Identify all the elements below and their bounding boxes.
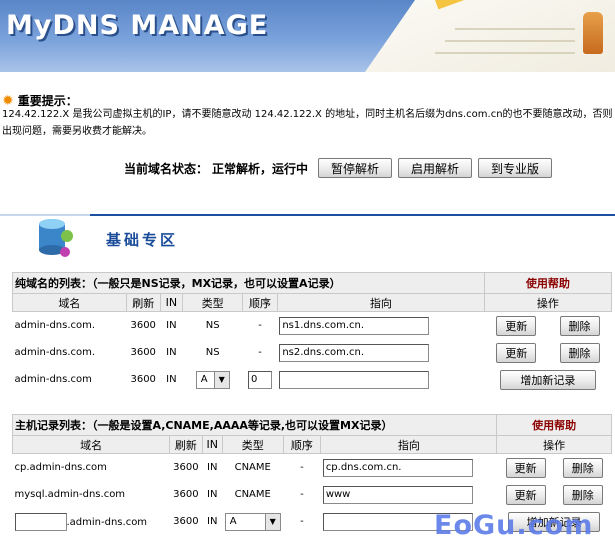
record-in: IN (207, 462, 218, 473)
record-type: CNAME (234, 462, 271, 473)
col-type: 类型 (221, 435, 284, 454)
type-select[interactable]: A ▼ (224, 512, 281, 531)
record-in: IN (207, 489, 218, 500)
record-order: - (258, 320, 262, 331)
col-type: 类型 (182, 293, 244, 312)
record-in: IN (166, 347, 177, 358)
update-button[interactable]: 更新 (496, 342, 537, 363)
record-in: IN (166, 320, 177, 331)
chevron-down-icon: ▼ (213, 371, 229, 388)
help-link[interactable]: 使用帮助 (483, 272, 613, 294)
pro-version-button[interactable]: 到专业版 (478, 158, 553, 178)
order-input[interactable]: 0 (248, 370, 273, 389)
record-order: - (300, 462, 304, 473)
col-target: 指向 (320, 435, 498, 454)
table-row: cp.admin-dns.com 3600 IN CNAME - cp.dns.… (13, 454, 612, 482)
record-type: CNAME (234, 489, 271, 500)
type-select-value: A (229, 516, 237, 527)
host-input[interactable] (14, 512, 67, 531)
col-actions: 操作 (483, 293, 613, 312)
stamp-icon (583, 12, 603, 54)
database-icon (39, 219, 73, 257)
delete-button[interactable]: 删除 (559, 342, 600, 363)
target-input[interactable] (279, 370, 430, 389)
pure-domain-table: 纯域名的列表：（一般只是NS记录，MX记录，也可以设置A记录） 使用帮助 域名 … (12, 272, 613, 393)
col-ttl: 刷新 (169, 435, 203, 454)
pause-resolve-button[interactable]: 暂停解析 (318, 158, 393, 178)
enable-resolve-button[interactable]: 启用解析 (398, 158, 473, 178)
table-row: mysql.admin-dns.com 3600 IN CNAME - www … (13, 481, 612, 508)
col-order: 顺序 (282, 435, 322, 454)
col-target: 指向 (276, 293, 485, 312)
record-ttl: 3600 (130, 320, 156, 331)
type-select[interactable]: A ▼ (195, 370, 230, 389)
target-input[interactable]: ns2.dns.com.cn. (279, 343, 430, 362)
table-row: admin-dns.com. 3600 IN NS - ns1.dns.com.… (13, 312, 612, 340)
host-suffix: .admin-dns.com (66, 516, 148, 528)
record-in: IN (207, 516, 218, 527)
col-actions: 操作 (496, 435, 612, 454)
record-ttl: 3600 (173, 489, 199, 500)
record-type: NS (205, 347, 220, 358)
notice-text: 124.42.122.X 是我公司虚拟主机的IP，请不要随意改动 124.42.… (2, 109, 613, 137)
col-order: 顺序 (242, 293, 278, 312)
record-domain: admin-dns.com. (14, 347, 96, 358)
record-ttl: 3600 (130, 374, 156, 385)
col-domain: 域名 (11, 435, 171, 454)
status-value: 正常解析，运行中 (212, 161, 309, 176)
target-input[interactable]: cp.dns.com.cn. (322, 458, 473, 477)
chevron-down-icon: ▼ (264, 513, 280, 530)
record-ttl: 3600 (130, 347, 156, 358)
add-record-button[interactable]: 增加新记录 (499, 369, 596, 390)
record-domain: cp.admin-dns.com (14, 462, 107, 473)
record-domain: mysql.admin-dns.com (14, 489, 126, 500)
divider-accent (90, 214, 615, 216)
delete-button[interactable]: 删除 (559, 315, 600, 336)
delete-button[interactable]: 删除 (562, 457, 603, 478)
update-button[interactable]: 更新 (496, 315, 537, 336)
record-domain: admin-dns.com. (14, 320, 96, 331)
record-type: NS (205, 320, 220, 331)
watermark: EoGu.com (434, 510, 594, 541)
host-records-title: 主机记录列表：（一般是设置A,CNAME,AAAA等记录,也可以设置MX记录） (11, 414, 498, 436)
header-banner: MyDNS MANAGE (0, 0, 615, 72)
banner-notebook-illustration (365, 0, 615, 72)
col-in: IN (201, 435, 223, 454)
record-order: - (300, 489, 304, 500)
new-record-row: admin-dns.com 3600 IN A ▼ 0 增加新记录 (13, 366, 612, 393)
col-in: IN (159, 293, 184, 312)
app-title: MyDNS MANAGE (6, 10, 269, 41)
record-ttl: 3600 (173, 462, 199, 473)
domain-status-bar: 当前域名状态： 正常解析，运行中 暂停解析 启用解析 到专业版 (124, 156, 553, 180)
pure-domain-title: 纯域名的列表：（一般只是NS记录，MX记录，也可以设置A记录） (12, 272, 485, 294)
record-ttl: 3600 (173, 516, 199, 527)
status-label: 当前域名状态： (124, 161, 209, 176)
target-input[interactable]: www (322, 485, 473, 504)
update-button[interactable]: 更新 (505, 484, 546, 505)
record-order: - (300, 516, 304, 527)
record-order: - (258, 347, 262, 358)
target-input[interactable]: ns1.dns.com.cn. (279, 316, 430, 335)
delete-button[interactable]: 删除 (562, 484, 603, 505)
help-link[interactable]: 使用帮助 (496, 414, 612, 436)
type-select-value: A (200, 374, 208, 385)
zone-title: 基础专区 (106, 231, 179, 249)
record-in: IN (166, 374, 177, 385)
col-ttl: 刷新 (125, 293, 161, 312)
col-domain: 域名 (12, 293, 127, 312)
update-button[interactable]: 更新 (505, 457, 546, 478)
record-domain: admin-dns.com (14, 374, 92, 385)
table-row: admin-dns.com. 3600 IN NS - ns2.dns.com.… (13, 339, 612, 366)
